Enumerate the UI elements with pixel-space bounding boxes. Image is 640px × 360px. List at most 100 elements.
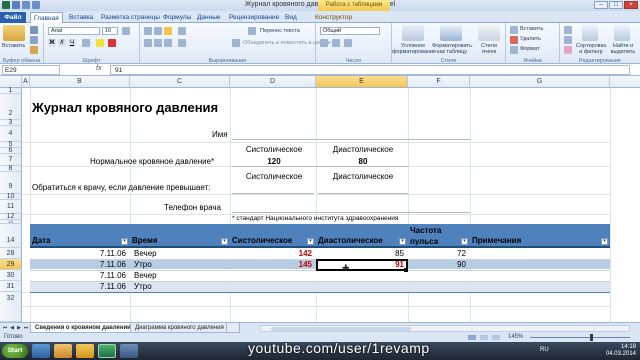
name-box[interactable]: E29 [2,65,60,75]
insert-function-icon[interactable]: fx [96,65,101,72]
doctor-diastolic-field[interactable] [318,182,408,193]
minimize-button[interactable]: – [594,1,608,9]
cell-time[interactable]: Утро [134,282,152,291]
cell-date[interactable]: 7.11.06 [30,282,126,291]
sheet-tab-info[interactable]: Сведения о кровяном давлении [30,323,136,333]
tab-insert[interactable]: Вставка [66,12,96,23]
align-left-icon[interactable] [144,39,152,47]
normal-diastolic-value[interactable]: 80 [318,157,408,166]
cell-time[interactable]: Утро [134,260,152,269]
format-cells-icon[interactable] [510,46,518,54]
doctor-phone-field[interactable] [232,201,470,212]
align-top-icon[interactable] [144,27,152,35]
column-header-c[interactable]: C [130,76,230,88]
wrap-text-icon[interactable] [248,27,256,35]
explorer-icon[interactable] [54,344,72,358]
format-as-table-button[interactable]: Форматировать как таблицу [432,43,472,55]
tab-review[interactable]: Рецензирование [226,12,282,23]
doctor-systolic-field[interactable] [232,182,314,193]
conditional-format-button[interactable]: Условное форматирование [392,43,436,55]
percent-icon[interactable] [332,39,340,47]
horizontal-scroll-thumb[interactable] [271,327,411,331]
filter-button-diastolic[interactable]: ▾ [399,238,406,245]
folder-icon[interactable] [76,344,94,358]
tab-formulas[interactable]: Формулы [160,12,194,23]
filter-button-time[interactable]: ▾ [221,238,228,245]
cell-time[interactable]: Вечер [134,271,157,280]
cell-systolic[interactable]: 145 [230,260,312,269]
column-header-b[interactable]: B [30,76,130,88]
column-header-d[interactable]: D [230,76,316,88]
filter-button-notes[interactable]: ▾ [601,238,608,245]
fill-icon[interactable] [564,36,572,44]
normal-systolic-value[interactable]: 120 [232,157,316,166]
copy-icon[interactable] [30,36,38,44]
fill-color-icon[interactable] [96,39,104,47]
filter-button-date[interactable]: ▾ [121,238,128,245]
page-layout-view-icon[interactable] [480,335,488,340]
first-sheet-icon[interactable]: ⏮ [2,325,8,332]
cell-systolic[interactable]: 142 [230,249,312,258]
cut-icon[interactable] [30,26,38,34]
font-color-icon[interactable] [108,39,116,47]
cell-date[interactable]: 7.11.06 [30,271,126,280]
maximize-button[interactable]: □ [609,1,623,9]
page-break-view-icon[interactable] [492,335,500,340]
zoom-slider[interactable] [530,337,630,338]
sort-filter-icon[interactable] [582,25,598,41]
number-format-select[interactable]: Общий [320,27,380,35]
row-header-9[interactable]: 9 [0,172,22,194]
close-button[interactable]: × [624,1,638,9]
row-header-32[interactable]: 32 [0,292,22,322]
border-icon[interactable] [82,39,90,47]
italic-icon[interactable]: К [58,39,66,47]
find-select-button[interactable]: Найти и выделить [608,43,638,55]
autosum-icon[interactable] [564,26,572,34]
cell-pulse[interactable]: 90 [408,260,466,269]
cell-styles-icon[interactable] [478,25,500,41]
align-right-icon[interactable] [164,39,172,47]
font-name-select[interactable]: Arial [48,27,100,35]
row-header-11[interactable]: 11 [0,200,22,214]
align-center-icon[interactable] [154,39,162,47]
excel-taskbar-icon[interactable] [98,344,116,358]
find-select-icon[interactable] [614,25,630,41]
clear-icon[interactable] [564,46,572,54]
name-field[interactable] [232,128,470,139]
cell-time[interactable]: Вечер [134,249,157,258]
column-header-e[interactable]: E [316,76,408,88]
delete-cells-icon[interactable] [510,36,518,44]
currency-icon[interactable] [320,39,328,47]
insert-cells-icon[interactable] [510,26,518,34]
comma-icon[interactable] [344,39,352,47]
start-button[interactable]: Start [2,344,28,358]
column-header-g[interactable]: G [470,76,610,88]
wrap-text-button[interactable]: Перенос текста [260,28,300,34]
zoom-slider-thumb[interactable] [590,334,593,341]
filter-button-pulse[interactable]: ▾ [461,238,468,245]
filter-button-systolic[interactable]: ▾ [307,238,314,245]
cell-diastolic[interactable]: 91 [316,260,404,269]
indent-icon[interactable] [178,39,186,47]
tab-page-layout[interactable]: Разметка страницы [98,12,163,23]
window-taskbar-icon[interactable] [120,344,138,358]
tab-view[interactable]: Вид [282,12,300,23]
normal-view-icon[interactable] [468,335,476,340]
formula-input[interactable]: 91 [110,65,630,75]
tab-data[interactable]: Данные [194,12,223,23]
row-header-14[interactable]: 14 [0,224,22,248]
cell-pulse[interactable]: 72 [408,249,466,258]
next-sheet-icon[interactable]: ▶ [16,325,22,332]
zoom-level[interactable]: 145% [508,333,523,342]
delete-cells-button[interactable]: Удалить [520,36,541,42]
format-cells-button[interactable]: Формат [520,46,540,52]
row-header-28[interactable]: 28 [0,248,22,259]
format-as-table-icon[interactable] [440,25,462,41]
conditional-format-icon[interactable] [402,25,424,41]
tab-design[interactable]: Конструктор [312,12,355,23]
last-sheet-icon[interactable]: ⏭ [23,325,29,332]
row-header-4[interactable]: 4 [0,126,22,142]
orientation-icon[interactable] [178,27,186,35]
prev-sheet-icon[interactable]: ◀ [9,325,15,332]
grow-font-icon[interactable] [122,27,130,35]
